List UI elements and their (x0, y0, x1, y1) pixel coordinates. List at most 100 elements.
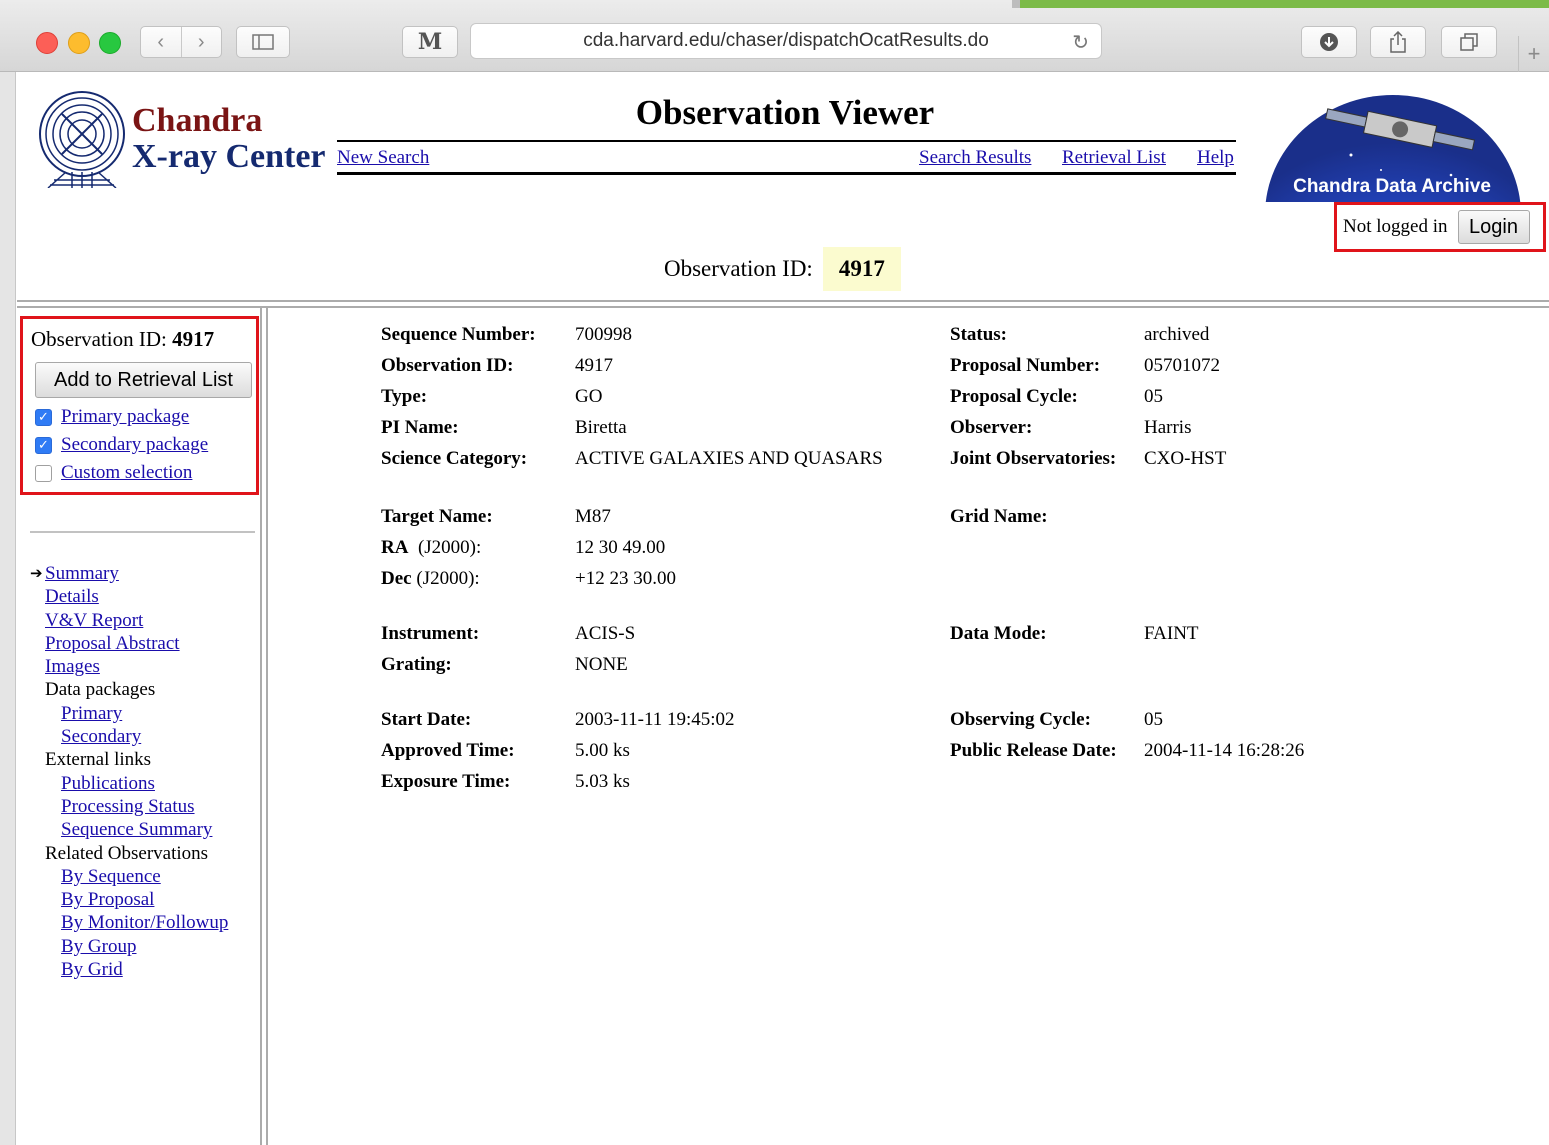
pi-name-value: Biretta (575, 417, 627, 438)
retrieval-list-link[interactable]: Retrieval List (1062, 147, 1166, 169)
sidebar-item-proposal-abstract[interactable]: Proposal Abstract (30, 632, 228, 655)
science-category-label: Science Category: (381, 448, 528, 469)
sidebar-item-secondary[interactable]: Secondary (30, 725, 228, 748)
proposal-cycle-label: Proposal Cycle: (950, 386, 1078, 407)
download-icon (1320, 33, 1338, 51)
target-name-label: Target Name: (381, 506, 493, 527)
minimize-window-button[interactable] (68, 32, 90, 54)
sidebar-nav: ➔ Summary Details V&V Report Proposal Ab… (30, 562, 228, 981)
sidebar-item-by-group[interactable]: By Group (30, 935, 228, 958)
sidebar-obsid-label: Observation ID: (31, 327, 167, 351)
help-link[interactable]: Help (1197, 147, 1234, 169)
add-to-retrieval-list-button[interactable]: Add to Retrieval List (35, 362, 252, 398)
sequence-number-label: Sequence Number: (381, 324, 536, 345)
sidebar-item-processing-status[interactable]: Processing Status (30, 795, 228, 818)
primary-package-option: ✓ Primary package (35, 406, 189, 428)
primary-package-checkbox[interactable]: ✓ (35, 408, 52, 426)
sidebar-item-summary[interactable]: Summary (30, 562, 228, 585)
observation-id-detail-label: Observation ID: (381, 355, 514, 376)
close-window-button[interactable] (36, 32, 58, 54)
observation-id-value: 4917 (822, 247, 901, 291)
ra-label-bold: RA (381, 537, 409, 558)
sidebar-icon (252, 34, 274, 50)
observation-id-detail-value: 4917 (575, 355, 613, 376)
dec-label-bold: Dec (381, 568, 412, 589)
forward-button[interactable]: › (182, 27, 222, 57)
share-button[interactable] (1370, 26, 1426, 58)
logo-text-xray-center: X-ray Center (132, 138, 326, 175)
tab-strip-accent (1020, 0, 1549, 8)
sidebar-item-by-monitor-followup[interactable]: By Monitor/Followup (30, 911, 228, 934)
secondary-package-checkbox[interactable]: ✓ (35, 436, 52, 454)
grating-label: Grating: (381, 654, 452, 675)
login-status-text: Not logged in (1343, 216, 1448, 237)
login-button[interactable]: Login (1457, 210, 1530, 244)
target-name-value: M87 (575, 506, 611, 527)
frame-divider-horizontal (17, 300, 1549, 308)
custom-selection-checkbox[interactable] (35, 464, 52, 482)
instrument-label: Instrument: (381, 623, 480, 644)
secondary-package-link[interactable]: Secondary package (61, 434, 208, 456)
tabs-overview-button[interactable] (1441, 26, 1497, 58)
chandra-data-archive-banner[interactable]: Chandra Data Archive (1241, 85, 1543, 202)
exposure-time-label: Exposure Time: (381, 771, 511, 792)
sidebar-item-primary[interactable]: Primary (30, 702, 228, 725)
sidebar-obsid-value: 4917 (172, 327, 215, 351)
grating-value: NONE (575, 654, 628, 675)
new-tab-button[interactable]: + (1518, 36, 1549, 72)
start-date-value: 2003-11-11 19:45:02 (575, 709, 735, 730)
back-button[interactable]: ‹ (141, 27, 182, 57)
chandra-logo-icon (39, 91, 125, 188)
data-mode-label: Data Mode: (950, 623, 1047, 644)
downloads-button[interactable] (1301, 26, 1357, 58)
share-icon (1390, 31, 1406, 53)
observing-cycle-value: 05 (1144, 709, 1163, 730)
pi-name-label: PI Name: (381, 417, 459, 438)
plus-icon: + (1527, 41, 1541, 66)
observation-id-label: Observation ID: (664, 256, 813, 281)
custom-selection-link[interactable]: Custom selection (61, 462, 192, 484)
sidebar-item-by-grid[interactable]: By Grid (30, 958, 228, 981)
start-date-label: Start Date: (381, 709, 472, 730)
search-results-link[interactable]: Search Results (919, 147, 1031, 169)
reader-button[interactable]: M (402, 26, 458, 58)
ra-label-epoch: (J2000): (417, 537, 482, 558)
archive-banner-text: Chandra Data Archive (1293, 176, 1491, 197)
status-label: Status: (950, 324, 1008, 345)
observer-value: Harris (1144, 417, 1192, 438)
page-title: Observation Viewer (635, 93, 935, 132)
frame-divider-vertical[interactable] (260, 308, 268, 1145)
sidebar-divider (30, 531, 255, 533)
sidebar-item-by-sequence[interactable]: By Sequence (30, 865, 228, 888)
sidebar-toggle-button[interactable] (236, 26, 290, 58)
status-value: archived (1144, 324, 1210, 345)
proposal-number-value: 05701072 (1144, 355, 1220, 376)
new-search-link[interactable]: New Search (337, 147, 429, 169)
url-text: cda.harvard.edu/chaser/dispatchOcatResul… (583, 30, 989, 51)
instrument-value: ACIS-S (575, 623, 636, 644)
sidebar-item-images[interactable]: Images (30, 655, 228, 678)
data-mode-value: FAINT (1144, 623, 1199, 644)
address-bar[interactable]: cda.harvard.edu/chaser/dispatchOcatResul… (470, 23, 1102, 59)
joint-observatories-value: CXO-HST (1144, 448, 1227, 469)
sidebar-item-details[interactable]: Details (30, 585, 228, 608)
reader-icon: M (417, 29, 443, 55)
sidebar-heading-data-packages: Data packages (45, 679, 156, 701)
type-label: Type: (381, 386, 428, 407)
public-release-date-label: Public Release Date: (950, 740, 1117, 761)
science-category-value: ACTIVE GALAXIES AND QUASARS (575, 448, 883, 469)
retrieval-panel: Observation ID: 4917 Add to Retrieval Li… (20, 316, 259, 495)
grid-name-label: Grid Name: (950, 506, 1048, 527)
sidebar-item-publications[interactable]: Publications (30, 772, 228, 795)
dec-label: Dec (J2000): (381, 568, 480, 590)
zoom-window-button[interactable] (99, 32, 121, 54)
public-release-date-value: 2004-11-14 16:28:26 (1144, 740, 1305, 761)
joint-observatories-label: Joint Observatories: (950, 448, 1117, 469)
sidebar-item-by-proposal[interactable]: By Proposal (30, 888, 228, 911)
sidebar-item-sequence-summary[interactable]: Sequence Summary (30, 818, 228, 841)
type-value: GO (575, 386, 603, 407)
sidebar-heading-related-observations: Related Observations (45, 842, 209, 864)
reload-icon[interactable]: ↻ (1072, 30, 1089, 55)
primary-package-link[interactable]: Primary package (61, 406, 189, 428)
sidebar-item-vv-report[interactable]: V&V Report (30, 609, 228, 632)
